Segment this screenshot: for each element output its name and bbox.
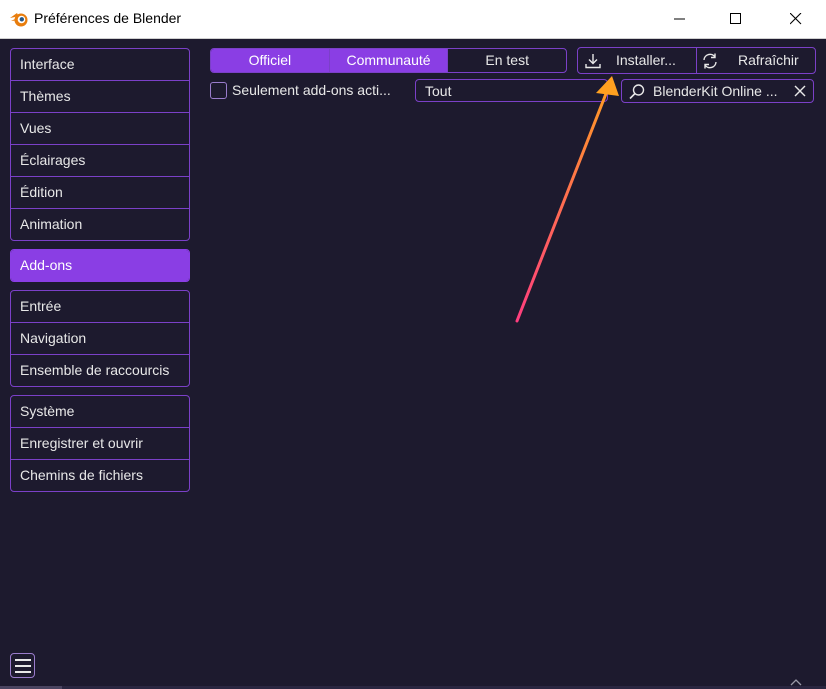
tab-community[interactable]: Communauté bbox=[329, 49, 449, 72]
sidebar-item-navigation[interactable]: Navigation bbox=[11, 323, 189, 355]
sidebar-item-interface[interactable]: Interface bbox=[11, 49, 189, 81]
sidebar-item-viewport[interactable]: Vues bbox=[11, 113, 189, 145]
search-icon bbox=[629, 84, 645, 100]
install-button[interactable]: Installer... bbox=[578, 48, 697, 73]
sidebar-group-interface: Interface Thèmes Vues Éclairages Édition… bbox=[10, 48, 190, 241]
sidebar-item-file-paths[interactable]: Chemins de fichiers bbox=[11, 460, 189, 491]
window-title: Préférences de Blender bbox=[34, 10, 182, 26]
hamburger-menu-icon bbox=[15, 659, 31, 673]
category-select[interactable]: Tout bbox=[415, 79, 608, 102]
search-input-value: BlenderKit Online ... bbox=[653, 83, 778, 99]
only-enabled-checkbox[interactable] bbox=[210, 82, 227, 99]
sidebar-item-editing[interactable]: Édition bbox=[11, 177, 189, 209]
tab-testing[interactable]: En test bbox=[448, 49, 566, 72]
close-button[interactable] bbox=[766, 0, 826, 38]
minimize-icon bbox=[674, 18, 685, 20]
sidebar-group-addons: Add-ons bbox=[10, 249, 190, 282]
sidebar-item-save-load[interactable]: Enregistrer et ouvrir bbox=[11, 428, 189, 460]
window-title-bar: Préférences de Blender bbox=[0, 0, 826, 39]
search-input[interactable]: BlenderKit Online ... bbox=[621, 79, 814, 103]
sidebar-group-system: Système Enregistrer et ouvrir Chemins de… bbox=[10, 395, 190, 492]
sidebar-item-input[interactable]: Entrée bbox=[11, 291, 189, 323]
close-icon bbox=[790, 13, 802, 25]
addon-actions: Installer... Rafraîchir bbox=[577, 47, 816, 74]
maximize-button[interactable] bbox=[706, 0, 766, 38]
only-enabled-label: Seulement add-ons acti... bbox=[232, 82, 391, 98]
install-label: Installer... bbox=[616, 52, 676, 68]
refresh-label: Rafraîchir bbox=[738, 52, 799, 68]
refresh-button[interactable]: Rafraîchir bbox=[697, 48, 815, 73]
refresh-icon bbox=[703, 53, 717, 69]
maximize-icon bbox=[730, 13, 741, 24]
sidebar-item-system[interactable]: Système bbox=[11, 396, 189, 428]
download-icon bbox=[585, 54, 601, 69]
sidebar-item-themes[interactable]: Thèmes bbox=[11, 81, 189, 113]
tab-official[interactable]: Officiel bbox=[211, 49, 330, 72]
minimize-button[interactable] bbox=[650, 0, 710, 38]
preferences-menu-button[interactable] bbox=[10, 653, 35, 678]
sidebar-item-addons[interactable]: Add-ons bbox=[11, 250, 189, 281]
sidebar-group-input: Entrée Navigation Ensemble de raccourcis bbox=[10, 290, 190, 387]
sidebar-item-keymap[interactable]: Ensemble de raccourcis bbox=[11, 355, 189, 386]
sidebar-item-animation[interactable]: Animation bbox=[11, 209, 189, 240]
clear-search-icon[interactable] bbox=[794, 85, 806, 97]
category-select-value: Tout bbox=[425, 83, 452, 99]
blender-logo-icon bbox=[10, 13, 28, 27]
sidebar-item-lights[interactable]: Éclairages bbox=[11, 145, 189, 177]
chevron-up-icon[interactable] bbox=[789, 678, 803, 686]
support-level-tabs: Officiel Communauté En test bbox=[210, 48, 567, 73]
